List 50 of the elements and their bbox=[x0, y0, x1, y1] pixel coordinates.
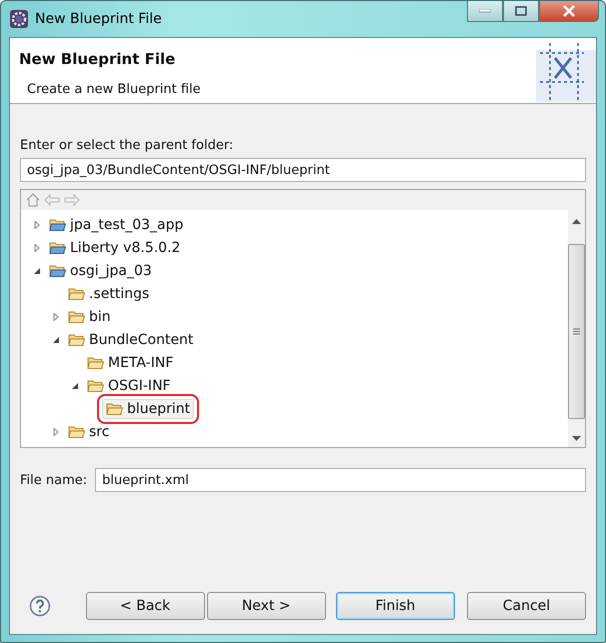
collapsed-triangle-icon[interactable] bbox=[52, 312, 60, 320]
dialog-button[interactable]: < Back bbox=[86, 592, 205, 620]
close-button[interactable] bbox=[539, 1, 599, 22]
page-description: Create a new Blueprint file bbox=[26, 82, 202, 97]
folder-icon bbox=[68, 286, 85, 300]
maximize-icon bbox=[515, 6, 527, 16]
project-folder-icon bbox=[49, 218, 66, 232]
dialog-button[interactable]: Finish bbox=[336, 592, 455, 620]
app-icon bbox=[9, 9, 29, 29]
parent-folder-field[interactable]: osgi_jpa_03/BundleContent/OSGI-INF/blueprint bbox=[20, 158, 586, 182]
minimize-button[interactable] bbox=[467, 1, 503, 22]
home-icon[interactable] bbox=[26, 193, 40, 207]
folder-icon bbox=[68, 332, 85, 346]
expanded-triangle-icon[interactable] bbox=[33, 266, 41, 274]
expanded-triangle-icon[interactable] bbox=[52, 336, 60, 344]
grip-icon bbox=[573, 328, 580, 336]
maximize-button[interactable] bbox=[503, 1, 539, 22]
tree-item[interactable]: .settings bbox=[64, 284, 154, 304]
expanded-triangle-icon[interactable] bbox=[71, 382, 79, 390]
dialog-button[interactable]: Next > bbox=[206, 592, 326, 620]
folder-icon bbox=[87, 378, 104, 392]
scroll-down-arrow-icon[interactable] bbox=[572, 436, 581, 441]
window-title: New Blueprint File bbox=[35, 11, 162, 27]
collapsed-triangle-icon[interactable] bbox=[52, 428, 60, 436]
parent-folder-label: Enter or select the parent folder: bbox=[20, 138, 234, 153]
tree-item[interactable]: jpa_test_03_app bbox=[45, 214, 188, 234]
page-title: New Blueprint File bbox=[19, 50, 176, 68]
folder-icon bbox=[87, 356, 104, 370]
project-folder-icon bbox=[49, 240, 66, 254]
tree-item[interactable]: src bbox=[64, 422, 114, 442]
tree-item[interactable]: BundleContent bbox=[64, 330, 198, 350]
tree-item[interactable]: OSGI-INF bbox=[83, 376, 175, 396]
tree-item[interactable]: META-INF bbox=[83, 352, 178, 372]
collapsed-triangle-icon[interactable] bbox=[33, 220, 41, 228]
file-name-field[interactable]: blueprint.xml bbox=[95, 468, 586, 492]
folder-icon bbox=[68, 310, 85, 324]
project-folder-icon bbox=[49, 264, 66, 278]
scrollbar[interactable] bbox=[568, 210, 585, 447]
folder-icon bbox=[68, 424, 85, 438]
tree-item[interactable]: bin bbox=[64, 306, 115, 326]
collapsed-triangle-icon[interactable] bbox=[33, 244, 41, 252]
dialog-button[interactable]: Cancel bbox=[466, 592, 586, 620]
folder-icon bbox=[106, 402, 123, 416]
close-icon bbox=[562, 5, 576, 17]
tree-item[interactable]: osgi_jpa_03 bbox=[45, 260, 156, 280]
help-icon[interactable] bbox=[29, 595, 51, 617]
tree-item[interactable]: Liberty v8.5.0.2 bbox=[45, 238, 184, 258]
file-name-label: File name: bbox=[20, 472, 88, 488]
scroll-up-arrow-icon[interactable] bbox=[572, 219, 581, 224]
minimize-icon bbox=[479, 9, 491, 13]
